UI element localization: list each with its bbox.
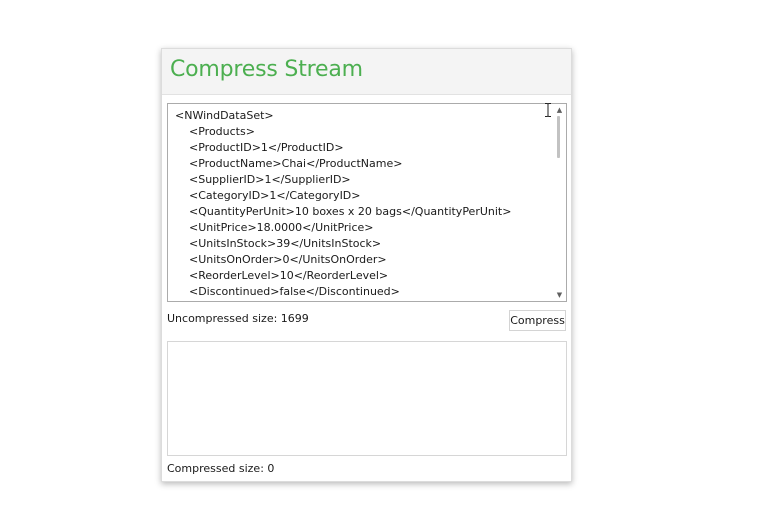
xml-line: <ProductName>Chai</ProductName> (189, 157, 403, 170)
xml-line: <Products> (189, 125, 255, 138)
compressed-size-label: Compressed size: 0 (167, 462, 275, 475)
scroll-up-icon[interactable]: ▲ (553, 104, 566, 116)
vertical-scrollbar[interactable]: ▲ ▼ (553, 104, 566, 301)
xml-line: <UnitsInStock>39</UnitsInStock> (189, 237, 382, 250)
xml-line: <UnitsOnOrder>0</UnitsOnOrder> (189, 253, 387, 266)
compressed-output-textbox[interactable] (167, 341, 567, 456)
xml-line: <UnitPrice>18.0000</UnitPrice> (189, 221, 374, 234)
title-bar: Compress Stream (162, 49, 571, 95)
xml-line: <SupplierID>1</SupplierID> (189, 173, 351, 186)
xml-line: <ProductID>1</ProductID> (189, 141, 344, 154)
xml-line: <Discontinued>false</Discontinued> (189, 285, 400, 298)
compress-stream-window: Compress Stream <NWindDataSet> <Products… (161, 48, 572, 482)
text-cursor-icon (545, 103, 551, 117)
xml-line: <NWindDataSet> (175, 109, 274, 122)
compress-button[interactable]: Compress (509, 310, 566, 331)
xml-input-textbox[interactable]: <NWindDataSet> <Products> <ProductID>1</… (167, 103, 567, 302)
scrollbar-thumb[interactable] (557, 116, 560, 158)
uncompressed-size-label: Uncompressed size: 1699 (167, 312, 309, 325)
xml-line: <CategoryID>1</CategoryID> (189, 189, 361, 202)
scroll-down-icon[interactable]: ▼ (553, 289, 566, 301)
xml-line: <QuantityPerUnit>10 boxes x 20 bags</Qua… (189, 205, 512, 218)
window-title: Compress Stream (170, 57, 363, 82)
xml-content: <NWindDataSet> <Products> <ProductID>1</… (175, 108, 552, 300)
xml-line: <ReorderLevel>10</ReorderLevel> (189, 269, 389, 282)
